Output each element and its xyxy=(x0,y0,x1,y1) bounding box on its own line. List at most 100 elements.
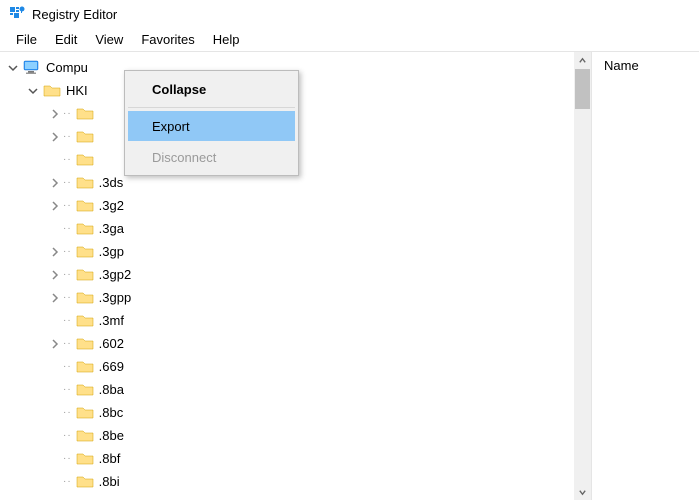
folder-icon xyxy=(76,129,94,144)
scrollbar-thumb[interactable] xyxy=(575,69,590,109)
tree-label: .3gp2 xyxy=(99,267,132,282)
tree-label: .669 xyxy=(99,359,124,374)
menu-edit[interactable]: Edit xyxy=(47,30,85,49)
tree-connector: ·· xyxy=(63,315,72,326)
tree-connector: ·· xyxy=(63,453,72,464)
tree-label: .8ba xyxy=(99,382,124,397)
chevron-right-icon[interactable] xyxy=(48,337,61,350)
tree-label: .602 xyxy=(99,336,124,351)
tree-connector: ·· xyxy=(63,292,72,303)
tree-label: .8bi xyxy=(99,474,120,489)
tree-node[interactable]: ·· .602 xyxy=(4,332,591,355)
folder-icon xyxy=(76,175,94,190)
tree-node[interactable]: ·· .3gpp xyxy=(4,286,591,309)
tree-node[interactable]: ··.3ga xyxy=(4,217,591,240)
chevron-down-icon[interactable] xyxy=(6,61,19,74)
regedit-icon xyxy=(8,5,26,23)
tree-node[interactable]: ·· .3gp2 xyxy=(4,263,591,286)
menu-view[interactable]: View xyxy=(87,30,131,49)
tree-label: Compu xyxy=(46,60,88,75)
tree-connector: ·· xyxy=(63,338,72,349)
context-menu: Collapse Export Disconnect xyxy=(124,70,299,176)
folder-icon xyxy=(76,359,94,374)
tree-connector: ·· xyxy=(63,177,72,188)
tree-connector: ·· xyxy=(63,108,72,119)
scrollbar-track[interactable] xyxy=(574,110,591,484)
column-header-name[interactable]: Name xyxy=(592,52,699,79)
window-title: Registry Editor xyxy=(32,7,117,22)
ctx-item-collapse[interactable]: Collapse xyxy=(128,74,295,104)
folder-icon xyxy=(76,474,94,489)
scroll-down-icon[interactable] xyxy=(574,484,591,500)
tree-node[interactable]: ·· .8bf xyxy=(4,447,591,470)
list-pane: Name xyxy=(592,52,699,500)
tree-node[interactable]: ·· .3g2 xyxy=(4,194,591,217)
chevron-down-icon[interactable] xyxy=(26,84,39,97)
folder-icon xyxy=(76,267,94,282)
chevron-right-icon[interactable] xyxy=(48,291,61,304)
tree-node[interactable]: ·· .3mf xyxy=(4,309,591,332)
no-expand-icon xyxy=(48,222,61,235)
no-expand-icon xyxy=(48,153,61,166)
computer-icon xyxy=(23,60,41,75)
folder-icon xyxy=(76,451,94,466)
tree-connector: ·· xyxy=(63,384,72,395)
chevron-right-icon[interactable] xyxy=(48,268,61,281)
tree-label: .8bf xyxy=(99,451,121,466)
tree-node[interactable]: ·· .8ba xyxy=(4,378,591,401)
folder-icon xyxy=(76,428,94,443)
folder-icon xyxy=(43,83,61,98)
folder-icon xyxy=(76,336,94,351)
tree-connector: ·· xyxy=(63,131,72,142)
tree-label: .3gp xyxy=(99,244,124,259)
tree-label: .3g2 xyxy=(99,198,124,213)
folder-icon xyxy=(76,106,94,121)
tree-node[interactable]: ·· .3gp xyxy=(4,240,591,263)
titlebar: Registry Editor xyxy=(0,0,699,28)
chevron-right-icon[interactable] xyxy=(48,107,61,120)
menu-file[interactable]: File xyxy=(8,30,45,49)
chevron-right-icon[interactable] xyxy=(48,245,61,258)
tree-node[interactable]: ·· .8bc xyxy=(4,401,591,424)
tree-node[interactable]: ··.8bi xyxy=(4,470,591,493)
no-expand-icon xyxy=(48,406,61,419)
content-area: Compu HKI ···· ····.3ds··.3g2 ··.3ga··.3… xyxy=(0,51,699,500)
folder-icon xyxy=(76,198,94,213)
tree-node[interactable]: ·· .669 xyxy=(4,355,591,378)
ctx-item-disconnect: Disconnect xyxy=(128,142,295,172)
tree-connector: ·· xyxy=(63,269,72,280)
folder-icon xyxy=(76,152,94,167)
chevron-right-icon[interactable] xyxy=(48,199,61,212)
no-expand-icon xyxy=(48,429,61,442)
folder-icon xyxy=(76,382,94,397)
folder-icon xyxy=(76,244,94,259)
tree-node[interactable]: ·· .8be xyxy=(4,424,591,447)
ctx-item-export[interactable]: Export xyxy=(128,111,295,141)
tree-label: .3ga xyxy=(99,221,124,236)
menu-favorites[interactable]: Favorites xyxy=(133,30,202,49)
tree-label: .8bc xyxy=(99,405,124,420)
vertical-scrollbar[interactable] xyxy=(574,52,591,500)
tree-label: .3mf xyxy=(99,313,124,328)
no-expand-icon xyxy=(48,452,61,465)
folder-icon xyxy=(76,405,94,420)
no-expand-icon xyxy=(48,314,61,327)
no-expand-icon xyxy=(48,360,61,373)
tree-connector: ·· xyxy=(63,361,72,372)
tree-connector: ·· xyxy=(63,154,72,165)
tree-label: .3gpp xyxy=(99,290,132,305)
chevron-right-icon[interactable] xyxy=(48,176,61,189)
no-expand-icon xyxy=(48,475,61,488)
tree-connector: ·· xyxy=(63,200,72,211)
menubar: File Edit View Favorites Help xyxy=(0,28,699,51)
tree-connector: ·· xyxy=(63,407,72,418)
tree-label: .8be xyxy=(99,428,124,443)
tree-connector: ·· xyxy=(63,430,72,441)
folder-icon xyxy=(76,290,94,305)
scroll-up-icon[interactable] xyxy=(574,52,591,68)
menu-help[interactable]: Help xyxy=(205,30,248,49)
ctx-separator xyxy=(128,107,295,108)
tree-label: .3ds xyxy=(99,175,124,190)
tree-connector: ·· xyxy=(63,246,72,257)
chevron-right-icon[interactable] xyxy=(48,130,61,143)
